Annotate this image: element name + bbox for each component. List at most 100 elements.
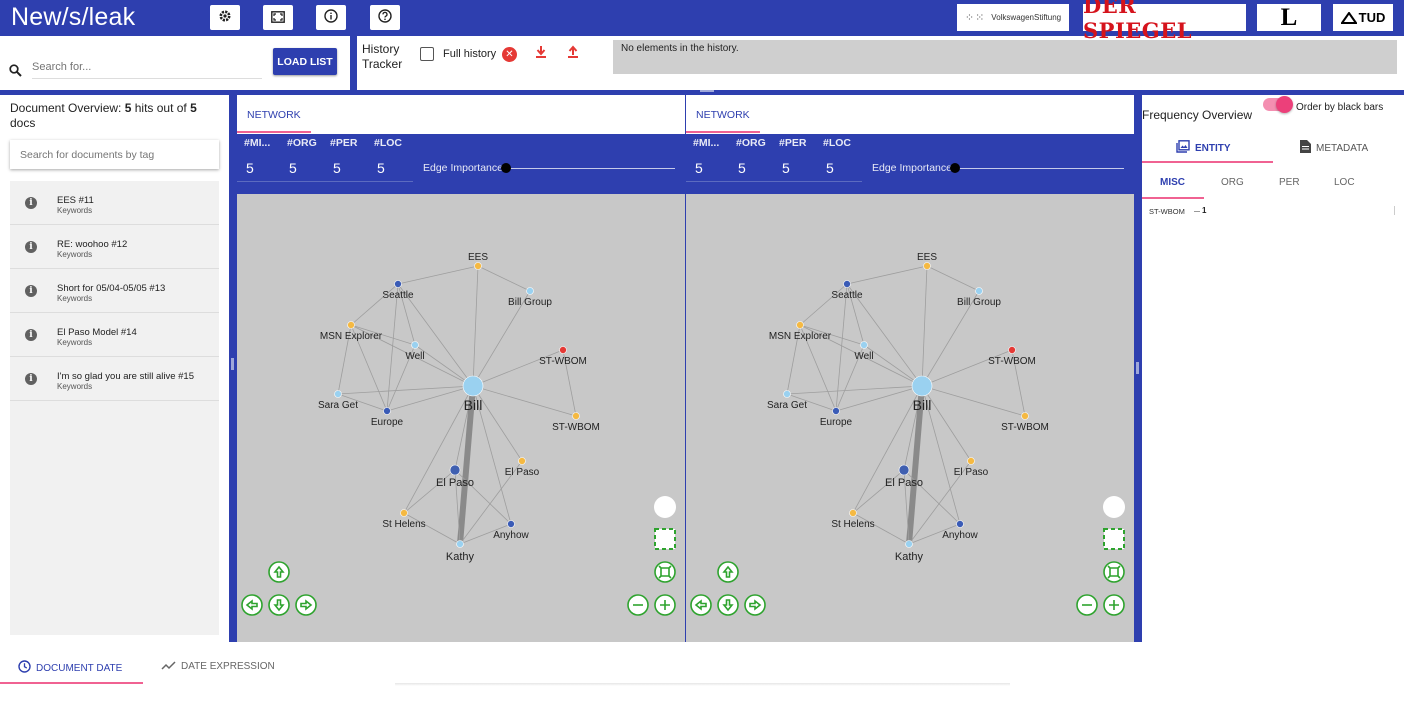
splitter-handle-right[interactable] bbox=[1136, 362, 1139, 374]
frequency-overview-title: Frequency Overview bbox=[1142, 108, 1253, 122]
stat-input-org[interactable]: 5 bbox=[289, 160, 297, 176]
tab-network[interactable]: NETWORK bbox=[247, 109, 301, 121]
tab-indicator bbox=[686, 131, 760, 133]
info-icon[interactable]: i bbox=[25, 329, 37, 341]
stat-input-per[interactable]: 5 bbox=[333, 160, 341, 176]
network-tab-bar: NETWORK bbox=[237, 95, 685, 134]
pan-left-button[interactable] bbox=[690, 594, 712, 616]
list-item[interactable]: i Short for 05/04-05/05 #13 Keywords bbox=[10, 269, 219, 313]
stat-input-misc[interactable]: 5 bbox=[246, 160, 254, 176]
history-tracker-title: History Tracker bbox=[362, 42, 403, 71]
stat-label-org: #ORG bbox=[287, 137, 317, 149]
list-item[interactable]: i EES #11 Keywords bbox=[10, 181, 219, 225]
info-icon[interactable]: i bbox=[25, 373, 37, 385]
frequency-bar bbox=[1194, 211, 1200, 212]
help-icon bbox=[378, 9, 392, 26]
bottom-panel bbox=[0, 642, 1404, 718]
stat-label-per: #PER bbox=[779, 137, 807, 149]
subtab-org[interactable]: ORG bbox=[1221, 177, 1244, 188]
info-icon[interactable]: i bbox=[25, 197, 37, 209]
document-icon bbox=[1300, 140, 1311, 156]
slider-thumb[interactable] bbox=[501, 163, 511, 173]
zoom-out-button[interactable] bbox=[1076, 594, 1098, 616]
info-icon bbox=[324, 9, 338, 26]
search-input[interactable] bbox=[32, 55, 262, 79]
tab-entity[interactable]: ENTITY bbox=[1176, 140, 1231, 156]
document-overview-title: Document Overview: 5 hits out of 5 docs bbox=[10, 101, 197, 130]
stat-input-org[interactable]: 5 bbox=[738, 160, 746, 176]
tab-metadata[interactable]: METADATA bbox=[1300, 140, 1368, 156]
select-area-button[interactable] bbox=[1103, 528, 1125, 550]
trend-icon bbox=[161, 660, 176, 673]
splitter-handle-left[interactable] bbox=[231, 358, 234, 370]
info-button[interactable] bbox=[316, 5, 346, 30]
order-toggle-label: Order by black bars bbox=[1296, 102, 1384, 113]
network-panel-right: NETWORK #MI... #ORG #PER #LOC 5 5 5 5 Ed… bbox=[686, 95, 1134, 642]
entity-icon bbox=[1176, 140, 1190, 156]
search-icon bbox=[9, 64, 22, 82]
panel-divider[interactable] bbox=[350, 36, 357, 90]
network-graph[interactable]: Bill Seattle EES Bill Group MSN Explorer Well… bbox=[237, 194, 685, 642]
download-history-icon[interactable] bbox=[535, 45, 547, 62]
splitter-handle-top[interactable] bbox=[700, 90, 714, 92]
stat-input-per[interactable]: 5 bbox=[782, 160, 790, 176]
select-area-button[interactable] bbox=[654, 528, 676, 550]
pan-up-button[interactable] bbox=[717, 561, 739, 583]
fit-view-button[interactable] bbox=[654, 561, 676, 583]
stat-label-misc: #MI... bbox=[693, 137, 720, 149]
tab-indicator bbox=[237, 131, 311, 133]
subtab-loc[interactable]: LOC bbox=[1334, 177, 1355, 188]
document-list: i EES #11 Keywords i RE: woohoo #12 Keyw… bbox=[10, 181, 219, 635]
edge-importance-slider[interactable] bbox=[954, 168, 1124, 169]
stat-input-misc[interactable]: 5 bbox=[695, 160, 703, 176]
tud-logo: TUD bbox=[1333, 4, 1393, 31]
list-item[interactable]: i I'm so glad you are still alive #15 Ke… bbox=[10, 357, 219, 401]
pan-left-button[interactable] bbox=[241, 594, 263, 616]
stat-label-misc: #MI... bbox=[244, 137, 271, 149]
tab-date-expression[interactable]: DATE EXPRESSION bbox=[161, 660, 275, 673]
fit-view-button[interactable] bbox=[1103, 561, 1125, 583]
subtab-per[interactable]: PER bbox=[1279, 177, 1300, 188]
edge-importance-slider[interactable] bbox=[505, 168, 675, 169]
network-graph[interactable]: Bill Seattle EES Bill Group MSN Explorer Well… bbox=[686, 194, 1134, 642]
help-button[interactable] bbox=[370, 5, 400, 30]
settings-button[interactable] bbox=[210, 5, 240, 30]
list-item[interactable]: i El Paso Model #14 Keywords bbox=[10, 313, 219, 357]
load-list-button[interactable]: LOAD LIST bbox=[273, 48, 337, 75]
tab-network[interactable]: NETWORK bbox=[696, 109, 750, 121]
upload-history-icon[interactable] bbox=[567, 45, 579, 62]
tab-indicator bbox=[0, 682, 143, 684]
zoom-in-button[interactable] bbox=[1103, 594, 1125, 616]
network-stats-bar: #MI... #ORG #PER #LOC 5 5 5 5 Edge Impor… bbox=[237, 134, 685, 194]
fullscreen-button[interactable] bbox=[263, 5, 293, 30]
clock-icon bbox=[18, 660, 31, 676]
toggle-knob[interactable] bbox=[1276, 96, 1293, 113]
navigator-toggle[interactable] bbox=[1103, 496, 1125, 518]
pan-down-button[interactable] bbox=[268, 594, 290, 616]
subtab-misc[interactable]: MISC bbox=[1160, 177, 1185, 188]
stat-label-loc: #LOC bbox=[374, 137, 403, 149]
info-icon[interactable]: i bbox=[25, 285, 37, 297]
info-icon[interactable]: i bbox=[25, 241, 37, 253]
list-item[interactable]: i RE: woohoo #12 Keywords bbox=[10, 225, 219, 269]
pan-down-button[interactable] bbox=[717, 594, 739, 616]
navigator-toggle[interactable] bbox=[654, 496, 676, 518]
stat-input-loc[interactable]: 5 bbox=[826, 160, 834, 176]
pan-up-button[interactable] bbox=[268, 561, 290, 583]
stat-label-org: #ORG bbox=[736, 137, 766, 149]
full-history-checkbox[interactable] bbox=[420, 47, 434, 61]
slider-thumb[interactable] bbox=[950, 163, 960, 173]
tab-document-date[interactable]: DOCUMENT DATE bbox=[18, 660, 122, 676]
zoom-out-button[interactable] bbox=[627, 594, 649, 616]
clear-history-icon[interactable]: ✕ bbox=[502, 47, 517, 62]
frequency-row-count: 1 bbox=[1202, 206, 1207, 215]
pan-right-button[interactable] bbox=[744, 594, 766, 616]
frequency-row-label[interactable]: ST-WBOM bbox=[1149, 207, 1185, 216]
network-stats-bar: #MI... #ORG #PER #LOC 5 5 5 5 Edge Impor… bbox=[686, 134, 1134, 194]
stat-input-loc[interactable]: 5 bbox=[377, 160, 385, 176]
graph-controls bbox=[241, 496, 676, 616]
stat-label-loc: #LOC bbox=[823, 137, 852, 149]
pan-right-button[interactable] bbox=[295, 594, 317, 616]
zoom-in-button[interactable] bbox=[654, 594, 676, 616]
tag-search-input[interactable] bbox=[10, 140, 219, 169]
